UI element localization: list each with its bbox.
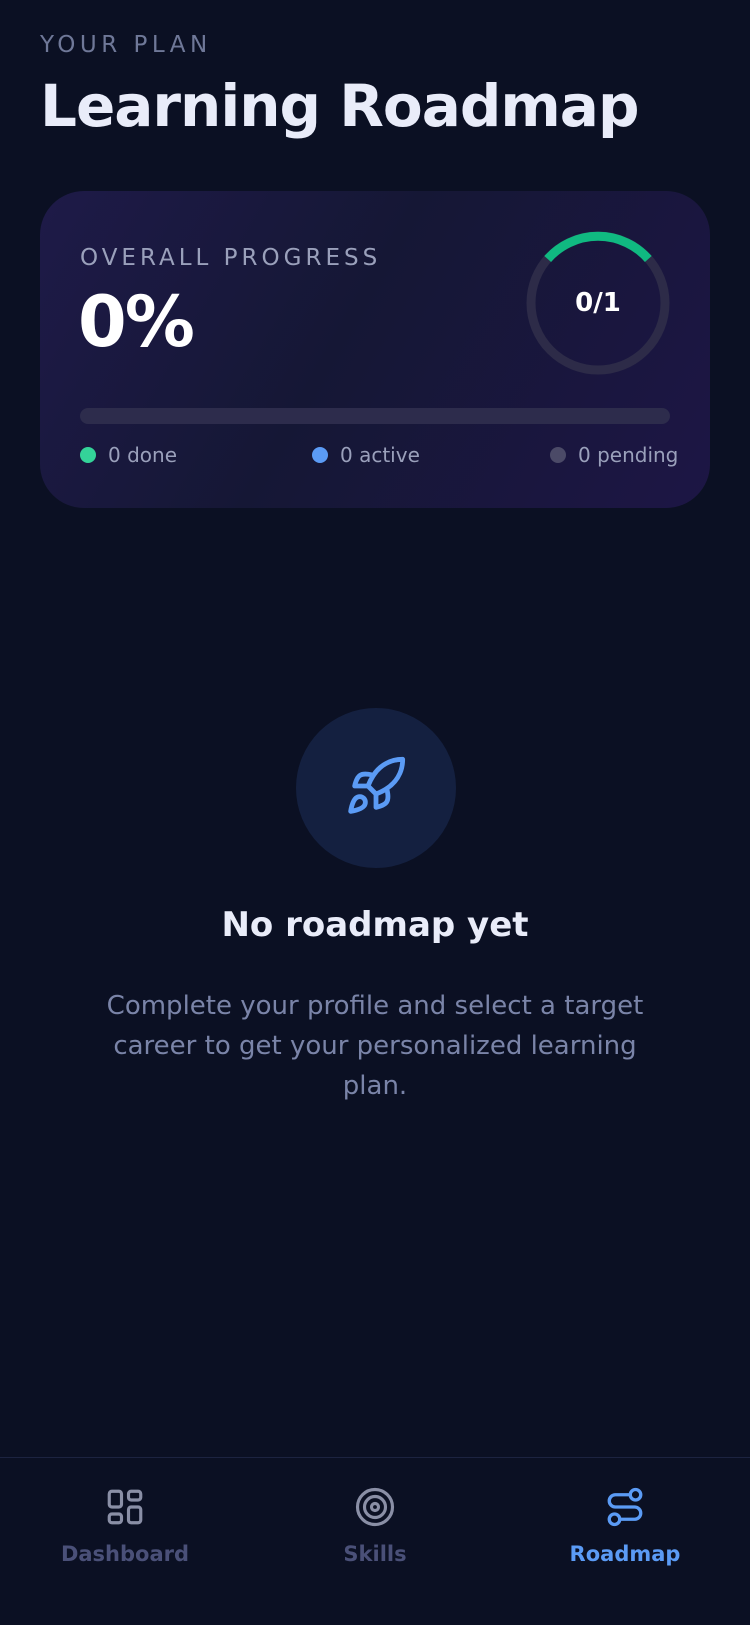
legend-active-dot <box>312 447 328 463</box>
nav-item-roadmap[interactable]: Roadmap <box>500 1486 750 1566</box>
nav-label-dashboard: Dashboard <box>60 1542 190 1566</box>
nav-item-dashboard[interactable]: Dashboard <box>0 1486 250 1566</box>
legend-done-label: 0 done <box>108 443 177 467</box>
legend-active: 0 active <box>312 443 420 467</box>
progress-label: OVERALL PROGRESS <box>80 245 382 271</box>
empty-state-description: Complete your profile and select a targe… <box>106 991 644 1101</box>
progress-bar <box>80 408 670 424</box>
progress-ring: 0/1 <box>526 231 670 375</box>
progress-percent: 0% <box>78 281 195 363</box>
target-icon <box>354 1486 396 1532</box>
nav-item-skills[interactable]: Skills <box>250 1486 500 1566</box>
legend-pending: 0 pending <box>550 443 678 467</box>
empty-state-title: No roadmap yet <box>221 905 529 945</box>
legend-active-label: 0 active <box>340 443 420 467</box>
dashboard-icon <box>104 1486 146 1532</box>
legend-pending-dot <box>550 447 566 463</box>
overall-progress-card: OVERALL PROGRESS 0% 0/1 0 done 0 active … <box>40 191 710 508</box>
route-icon <box>604 1486 646 1532</box>
progress-ring-count: 0/1 <box>575 288 621 318</box>
legend-pending-label: 0 pending <box>578 443 679 467</box>
nav-label-skills: Skills <box>343 1542 407 1566</box>
page-title: Learning Roadmap <box>40 72 639 140</box>
nav-label-roadmap: Roadmap <box>569 1542 681 1566</box>
legend-done-dot <box>80 447 96 463</box>
legend-done: 0 done <box>80 443 177 467</box>
empty-state-icon-circle <box>296 708 456 868</box>
bottom-nav: Dashboard Skills Roadmap <box>0 1457 750 1625</box>
page-eyebrow: YOUR PLAN <box>40 32 212 58</box>
rocket-icon <box>344 754 408 822</box>
